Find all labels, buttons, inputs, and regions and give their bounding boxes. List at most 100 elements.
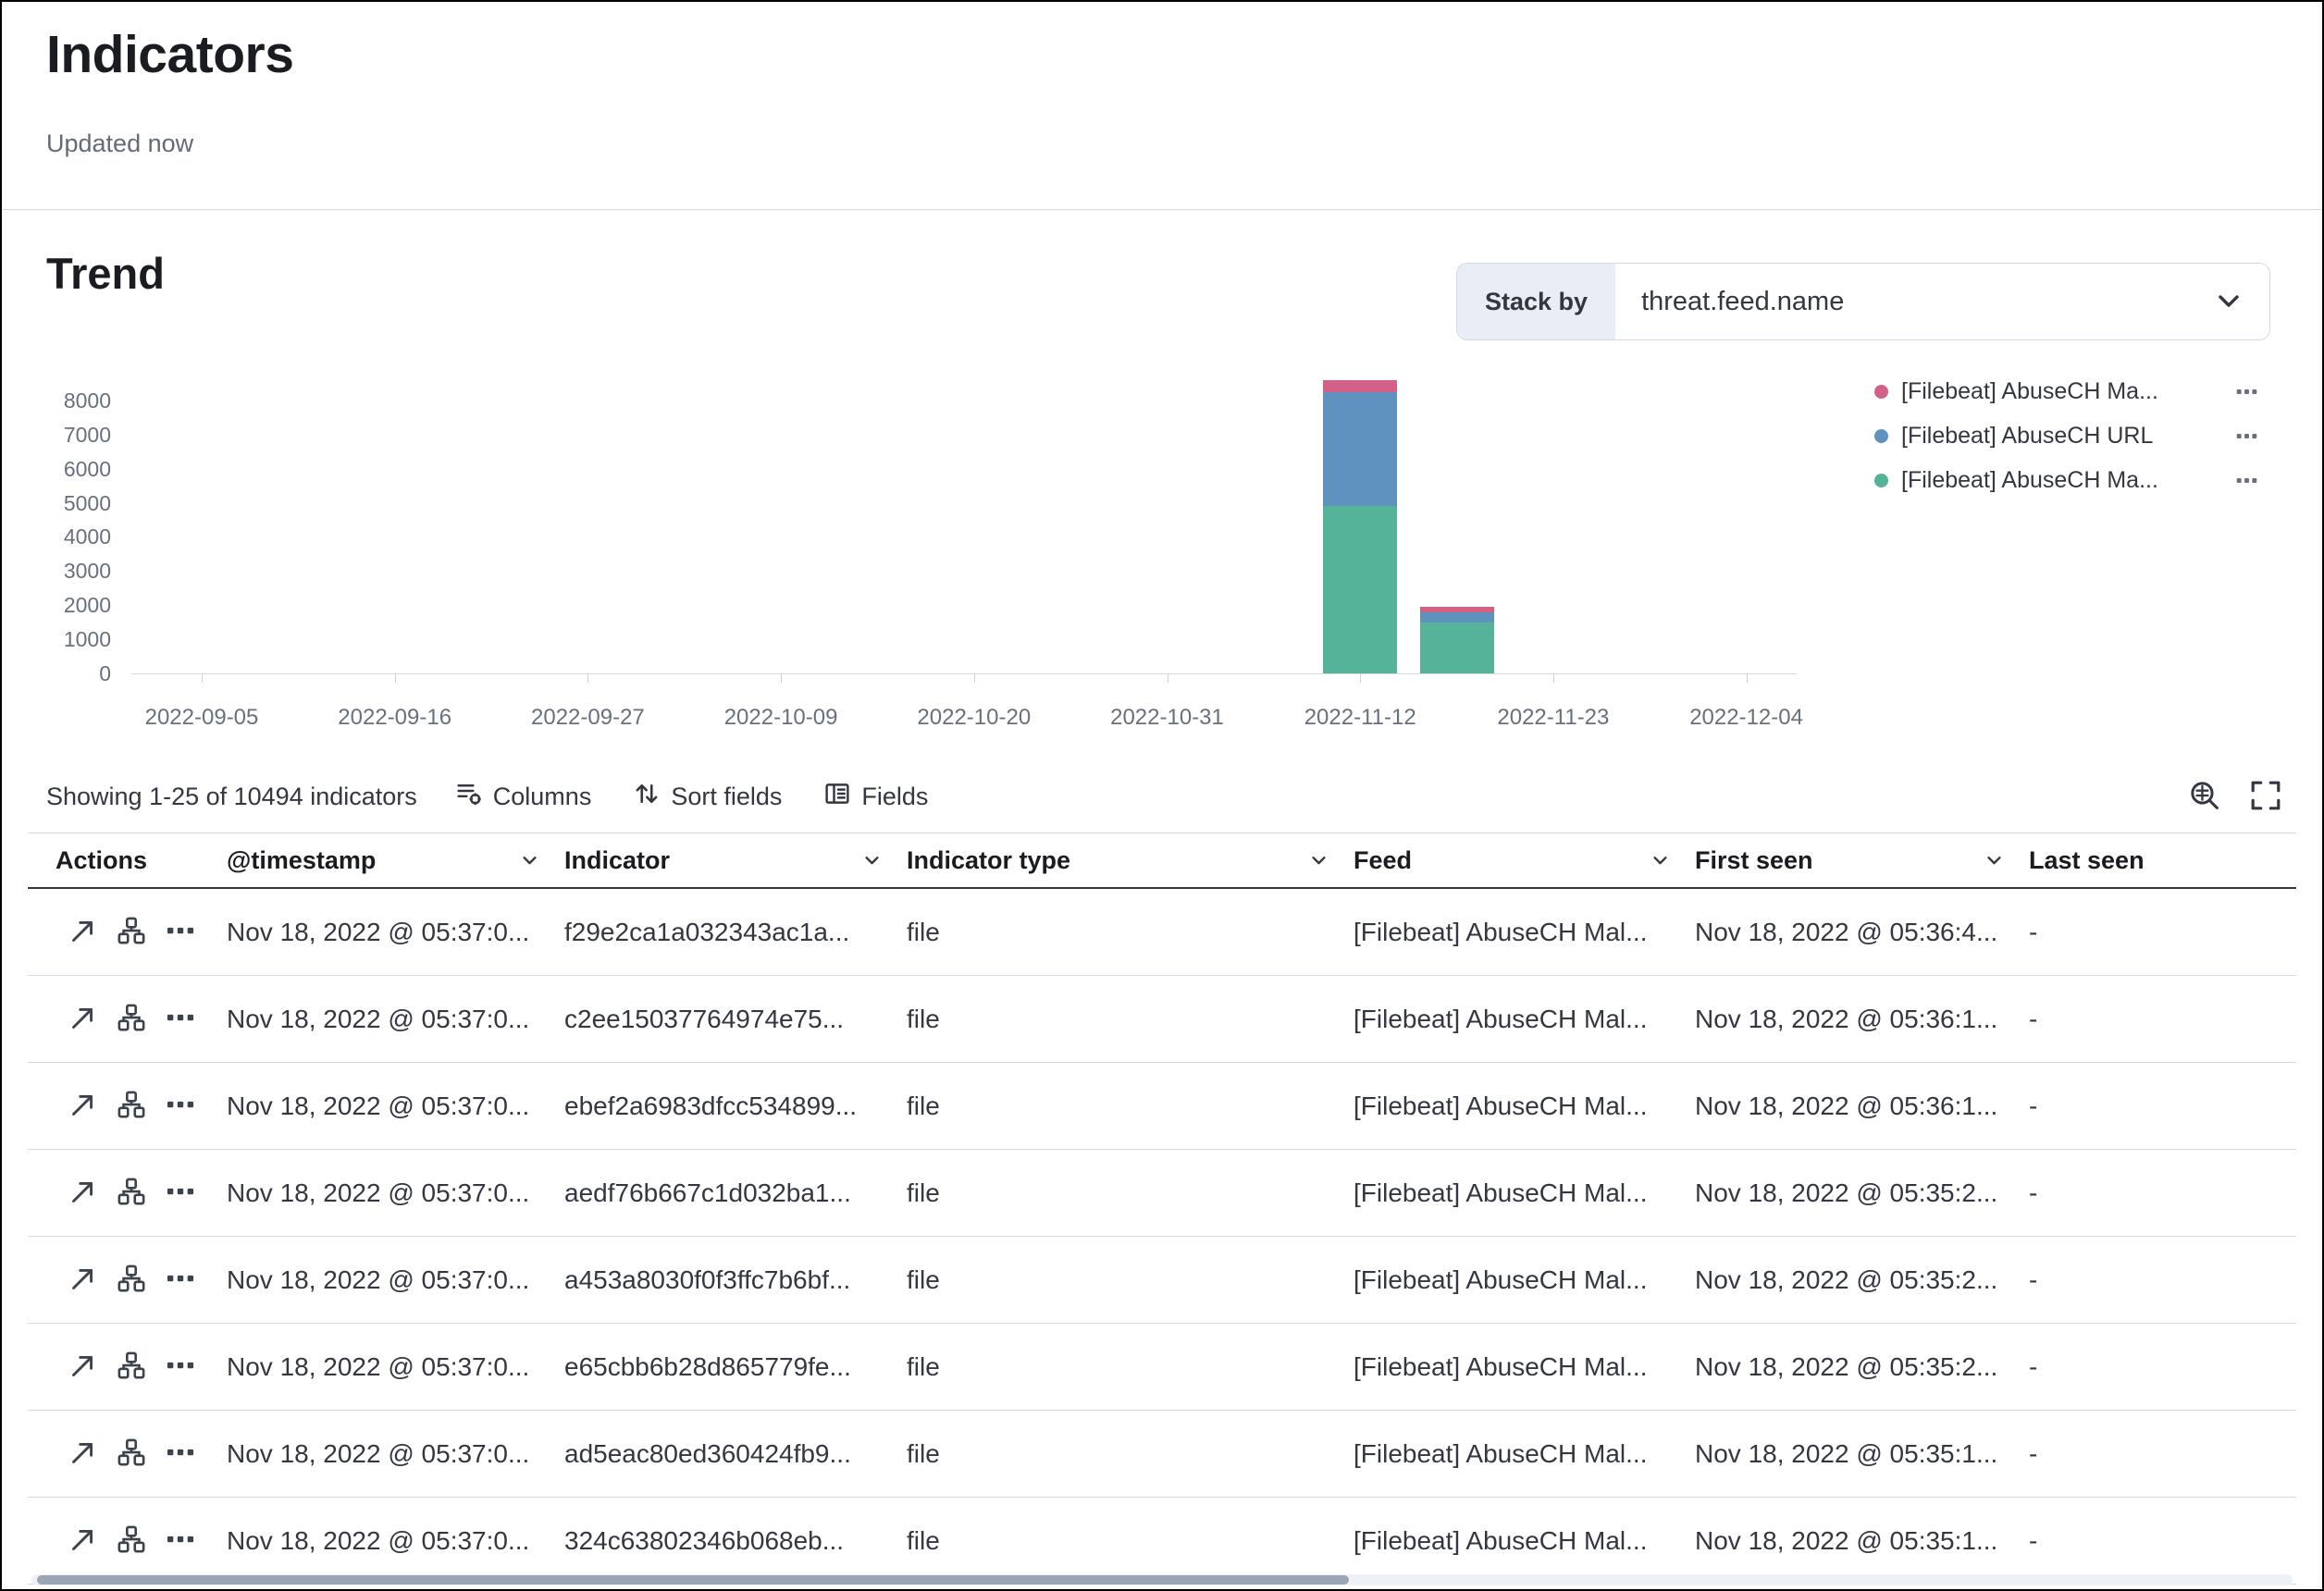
bar-segment[interactable]	[1323, 506, 1397, 673]
legend-color-dot	[1874, 474, 1888, 487]
cell-feed: [Filebeat] AbuseCH Mal...	[1341, 1352, 1683, 1382]
row-more-actions-button[interactable]	[167, 1525, 194, 1556]
expand-row-button[interactable]	[69, 1092, 96, 1121]
sort-fields-button-label: Sort fields	[671, 783, 782, 811]
investigate-in-timeline-button[interactable]	[117, 1091, 145, 1121]
table-row: Nov 18, 2022 @ 05:37:0... ad5eac80ed3604…	[28, 1411, 2296, 1498]
row-more-actions-button[interactable]	[167, 917, 194, 947]
expand-icon	[69, 1178, 96, 1208]
expand-row-button[interactable]	[69, 918, 96, 947]
investigate-in-timeline-button[interactable]	[117, 917, 145, 947]
stack-by-select[interactable]: threat.feed.name	[1615, 264, 2269, 339]
legend-label: [Filebeat] AbuseCH URL	[1901, 423, 2223, 450]
bar-segment[interactable]	[1323, 380, 1397, 392]
column-header-last-seen[interactable]: Last seen	[2017, 846, 2296, 875]
column-header-first-seen[interactable]: First seen	[1683, 846, 2017, 875]
timeline-graph-icon	[117, 1004, 145, 1034]
investigate-in-timeline-button[interactable]	[117, 1438, 145, 1469]
cell-indicator: ebef2a6983dfcc534899...	[552, 1092, 895, 1121]
expand-row-button[interactable]	[69, 1352, 96, 1382]
column-header-indicator[interactable]: Indicator	[552, 846, 895, 875]
expand-row-button[interactable]	[69, 1178, 96, 1208]
fullscreen-button[interactable]	[2250, 780, 2281, 814]
legend-item[interactable]: [Filebeat] AbuseCH URL	[1874, 418, 2257, 453]
horizontal-scrollbar[interactable]	[31, 1574, 2293, 1585]
cell-timestamp: Nov 18, 2022 @ 05:37:0...	[215, 1178, 552, 1208]
x-axis-tick-label: 2022-10-31	[1070, 705, 1265, 731]
investigate-in-timeline-button[interactable]	[117, 1525, 145, 1556]
chevron-down-icon[interactable]	[862, 851, 882, 870]
boxes-horizontal-icon	[167, 1525, 194, 1556]
investigate-in-timeline-button[interactable]	[117, 1004, 145, 1034]
columns-button[interactable]: Columns	[456, 781, 592, 813]
column-header-timestamp[interactable]: @timestamp	[215, 846, 552, 875]
row-actions-cell	[28, 1438, 215, 1469]
boxes-horizontal-icon	[167, 1004, 194, 1034]
expand-row-button[interactable]	[69, 1265, 96, 1295]
bar-segment[interactable]	[1420, 612, 1494, 623]
inspect-button[interactable]	[2189, 780, 2220, 814]
grid-toolbar: Showing 1-25 of 10494 indicators Columns…	[46, 773, 2281, 820]
cell-feed: [Filebeat] AbuseCH Mal...	[1341, 1005, 1683, 1034]
boxes-horizontal-icon	[167, 1438, 194, 1469]
legend-actions-icon[interactable]	[2236, 426, 2257, 447]
chevron-down-icon[interactable]	[1650, 851, 1670, 870]
cell-feed: [Filebeat] AbuseCH Mal...	[1341, 1092, 1683, 1121]
row-more-actions-button[interactable]	[167, 1351, 194, 1382]
cell-indicator: aedf76b667c1d032ba1...	[552, 1178, 895, 1208]
boxes-horizontal-icon	[167, 1264, 194, 1295]
expand-row-button[interactable]	[69, 1526, 96, 1556]
legend-actions-icon[interactable]	[2236, 470, 2257, 491]
x-axis-tick-mark	[781, 673, 782, 683]
cell-indicator-type: file	[895, 1265, 1341, 1295]
investigate-in-timeline-button[interactable]	[117, 1178, 145, 1208]
sort-fields-button[interactable]: Sort fields	[634, 781, 782, 813]
legend-color-dot	[1874, 385, 1888, 399]
column-header-indicator-type[interactable]: Indicator type	[895, 846, 1341, 875]
row-more-actions-button[interactable]	[167, 1178, 194, 1208]
row-more-actions-button[interactable]	[167, 1004, 194, 1034]
table-row: Nov 18, 2022 @ 05:37:0... 324c63802346b0…	[28, 1498, 2296, 1585]
expand-row-button[interactable]	[69, 1439, 96, 1469]
fields-button-label: Fields	[861, 783, 928, 811]
legend-item[interactable]: [Filebeat] AbuseCH Ma...	[1874, 374, 2257, 409]
expand-icon	[69, 1005, 96, 1034]
boxes-horizontal-icon	[167, 1091, 194, 1121]
scrollbar-thumb[interactable]	[37, 1575, 1349, 1585]
expand-icon	[69, 1352, 96, 1382]
cell-indicator-type: file	[895, 1005, 1341, 1034]
column-header-feed[interactable]: Feed	[1341, 846, 1683, 875]
cell-first-seen: Nov 18, 2022 @ 05:35:2...	[1683, 1178, 2017, 1208]
y-axis-tick-label: 8000	[11, 388, 111, 413]
chevron-down-icon[interactable]	[1984, 851, 2004, 870]
row-actions-cell	[28, 1091, 215, 1121]
cell-indicator: c2ee15037764974e75...	[552, 1005, 895, 1034]
chevron-down-icon[interactable]	[520, 851, 539, 870]
cell-last-seen: -	[2017, 1526, 2296, 1556]
boxes-horizontal-icon	[167, 1178, 194, 1208]
x-axis-tick-mark	[1747, 673, 1748, 683]
x-axis-tick-label: 2022-12-04	[1650, 705, 1844, 731]
row-more-actions-button[interactable]	[167, 1091, 194, 1121]
fields-button[interactable]: Fields	[824, 781, 928, 813]
row-more-actions-button[interactable]	[167, 1264, 194, 1295]
bar-segment[interactable]	[1420, 607, 1494, 612]
y-axis-tick-label: 3000	[11, 558, 111, 584]
expand-row-button[interactable]	[69, 1005, 96, 1034]
investigate-in-timeline-button[interactable]	[117, 1264, 145, 1295]
fullscreen-icon	[2250, 780, 2281, 814]
column-header-first-seen-label: First seen	[1695, 846, 1813, 875]
bar-segment[interactable]	[1323, 392, 1397, 507]
chevron-down-icon[interactable]	[1309, 851, 1329, 870]
cell-feed: [Filebeat] AbuseCH Mal...	[1341, 1178, 1683, 1208]
table-row: Nov 18, 2022 @ 05:37:0... aedf76b667c1d0…	[28, 1150, 2296, 1237]
bar-segment[interactable]	[1420, 623, 1494, 673]
legend-item[interactable]: [Filebeat] AbuseCH Ma...	[1874, 462, 2257, 498]
table-row: Nov 18, 2022 @ 05:37:0... c2ee1503776497…	[28, 976, 2296, 1063]
timeline-graph-icon	[117, 1178, 145, 1208]
updated-status: Updated now	[46, 130, 193, 158]
legend-actions-icon[interactable]	[2236, 381, 2257, 402]
investigate-in-timeline-button[interactable]	[117, 1351, 145, 1382]
y-axis-tick-label: 2000	[11, 592, 111, 618]
row-more-actions-button[interactable]	[167, 1438, 194, 1469]
